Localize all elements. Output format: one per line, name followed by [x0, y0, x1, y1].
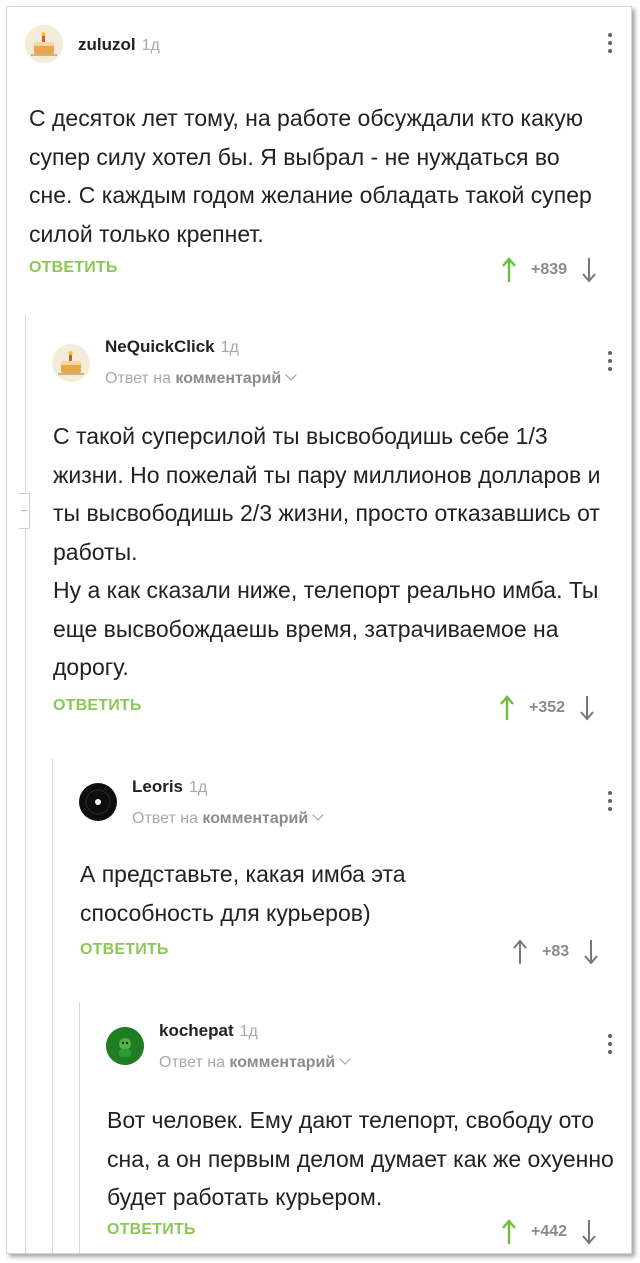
comment-score: +442 — [531, 1223, 568, 1240]
comment-time: 1д — [239, 1023, 258, 1040]
upvote-arrow-icon[interactable] — [501, 1218, 517, 1246]
comment: kochepat 1д Ответ на комментарий Вот чело… — [7, 7, 631, 1253]
reply-button[interactable]: ОТВЕТИТЬ — [107, 1221, 196, 1239]
green-avatar-icon[interactable] — [106, 1027, 144, 1065]
vote-controls: +442 — [501, 1217, 597, 1247]
comments-thread: zuluzol 1д С десяток лет тому, на работе … — [6, 6, 632, 1254]
comment-author[interactable]: kochepat 1д — [159, 1021, 258, 1041]
chevron-down-icon — [339, 1053, 351, 1065]
comment-text: Вот человек. Ему дают телепорт, свободу … — [107, 1107, 614, 1210]
downvote-arrow-icon[interactable] — [581, 1218, 597, 1246]
reply-to-link[interactable]: Ответ на комментарий — [159, 1053, 351, 1072]
comment-menu-button[interactable] — [605, 1034, 615, 1060]
